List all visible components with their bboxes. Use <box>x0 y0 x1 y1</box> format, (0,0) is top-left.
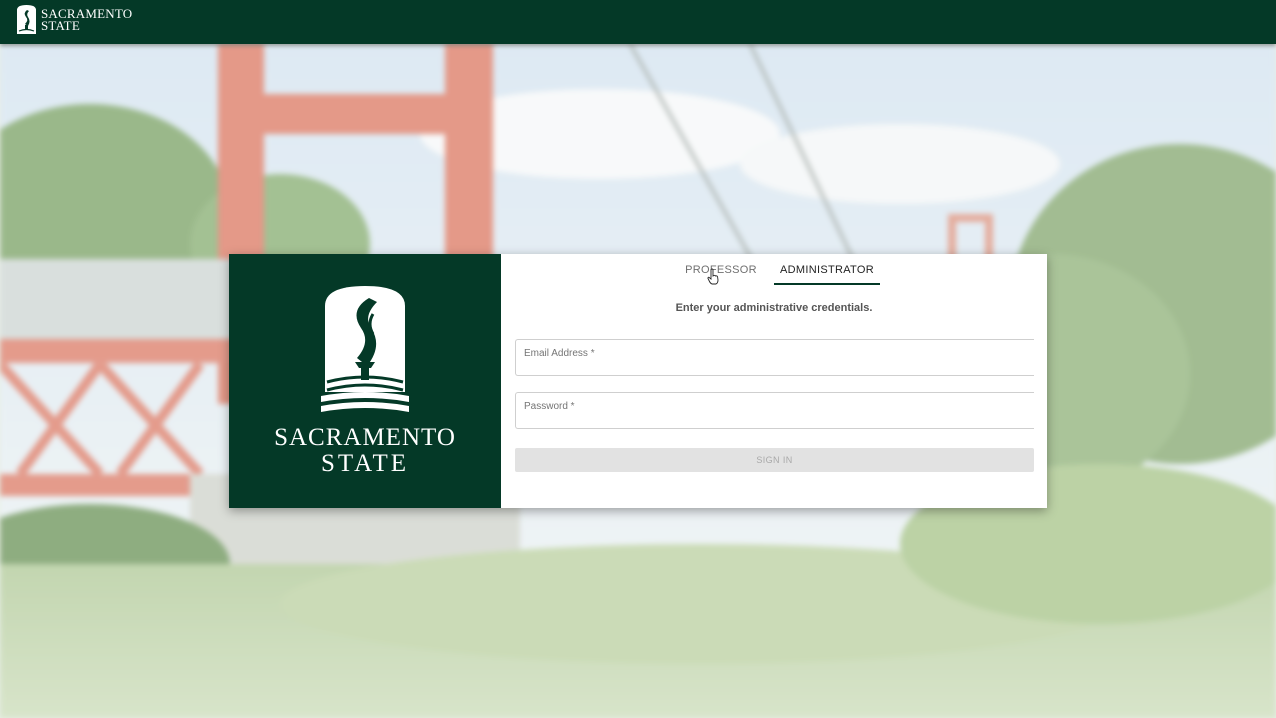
sign-in-button[interactable]: SIGN IN <box>515 448 1034 472</box>
form-subtitle: Enter your administrative credentials. <box>675 302 873 314</box>
password-input[interactable] <box>524 409 1024 427</box>
top-navbar: SACRAMENTO STATE <box>0 0 1276 44</box>
brand-name-line2: STATE <box>321 450 409 477</box>
login-form: PROFESSOR ADMINISTRATOR Enter your admin… <box>501 254 1047 508</box>
brand-panel: SACRAMENTO STATE <box>229 254 501 508</box>
active-tab-indicator <box>774 283 880 285</box>
tab-administrator-label: ADMINISTRATOR <box>780 264 874 276</box>
tab-administrator[interactable]: ADMINISTRATOR <box>774 254 880 286</box>
header-logo[interactable]: SACRAMENTO STATE <box>16 4 132 36</box>
sac-state-torch-icon <box>17 5 36 34</box>
email-field[interactable]: Email Address * <box>515 339 1034 376</box>
hand-pointer-cursor-icon <box>707 268 719 285</box>
email-input[interactable] <box>524 356 1024 374</box>
sac-state-torch-emblem-icon <box>321 286 409 412</box>
password-field[interactable]: Password * <box>515 392 1034 429</box>
brand-name-line1: SACRAMENTO <box>274 424 456 451</box>
header-logo-line2: STATE <box>41 18 80 33</box>
login-card: SACRAMENTO STATE PROFESSOR ADMINISTRATOR… <box>229 254 1047 508</box>
tab-professor-label: PROFESSOR <box>685 264 757 276</box>
role-tabs: PROFESSOR ADMINISTRATOR <box>501 254 1047 286</box>
tab-professor[interactable]: PROFESSOR <box>672 254 770 286</box>
